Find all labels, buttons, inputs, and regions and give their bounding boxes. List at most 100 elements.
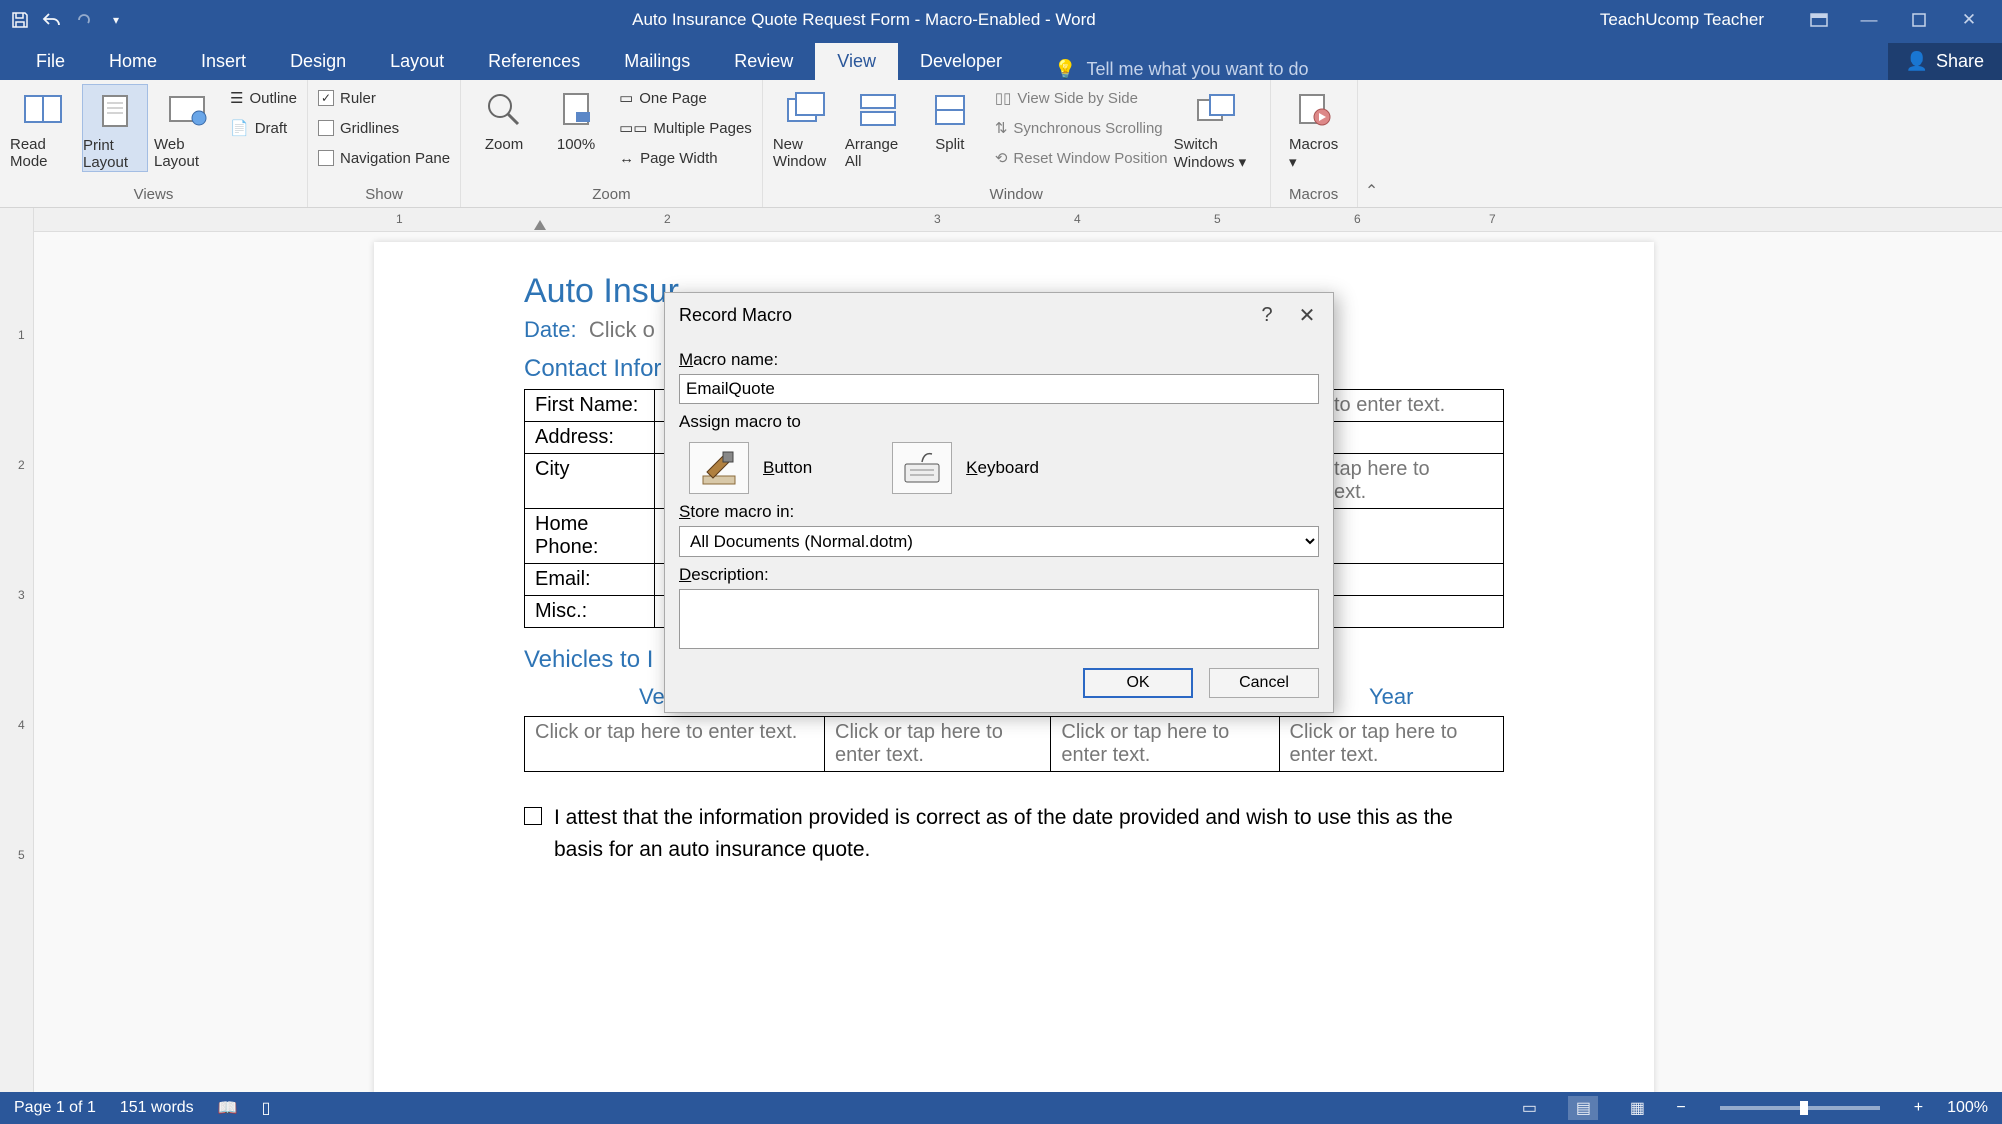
reset-position-button: ⟲Reset Window Position [995, 144, 1168, 172]
ok-button[interactable]: OK [1083, 668, 1193, 698]
macro-recording-icon[interactable]: ▯ [262, 1098, 271, 1118]
spelling-icon[interactable]: 📖 [218, 1098, 238, 1118]
tab-insert[interactable]: Insert [179, 43, 268, 80]
group-show: ✓Ruler Gridlines Navigation Pane Show [308, 80, 461, 207]
zoom-button[interactable]: Zoom [471, 84, 537, 153]
split-button[interactable]: Split [917, 84, 983, 153]
group-macros: Macros▾ Macros [1271, 80, 1358, 207]
store-macro-select[interactable]: All Documents (Normal.dotm) [679, 526, 1319, 557]
zoom-icon [482, 88, 526, 132]
one-page-button[interactable]: ▭One Page [619, 84, 752, 112]
attestation: I attest that the information provided i… [524, 802, 1504, 865]
attest-checkbox[interactable] [524, 807, 542, 825]
multiple-pages-icon: ▭▭ [619, 119, 647, 137]
checkbox-icon [318, 120, 334, 136]
multiple-pages-button[interactable]: ▭▭Multiple Pages [619, 114, 752, 142]
assign-button-option[interactable]: Button [689, 442, 812, 494]
assign-macro-label: Assign macro to [679, 412, 1319, 432]
qat-customize-icon[interactable]: ▾ [104, 8, 128, 32]
group-zoom: Zoom 100% ▭One Page ▭▭Multiple Pages ↔Pa… [461, 80, 763, 207]
tab-review[interactable]: Review [712, 43, 815, 80]
hammer-button-icon [689, 442, 749, 494]
maximize-icon[interactable] [1894, 0, 1944, 40]
read-mode-button[interactable]: Read Mode [10, 84, 76, 170]
close-icon[interactable]: ✕ [1944, 0, 1994, 40]
dropdown-icon: ▾ [1289, 154, 1297, 171]
dialog-help-icon[interactable]: ? [1247, 304, 1287, 327]
arrange-all-button[interactable]: Arrange All [845, 84, 911, 170]
zoom-in-button[interactable]: + [1914, 1099, 1923, 1117]
description-input[interactable] [679, 589, 1319, 649]
group-window: New Window Arrange All Split ▯▯View Side… [763, 80, 1271, 207]
zoom-out-button[interactable]: − [1676, 1099, 1685, 1117]
tab-file[interactable]: File [14, 43, 87, 80]
read-mode-view-icon[interactable]: ▭ [1514, 1096, 1544, 1120]
zoom-slider[interactable] [1720, 1106, 1880, 1110]
tab-developer[interactable]: Developer [898, 43, 1024, 80]
tab-view[interactable]: View [815, 43, 898, 80]
title-bar: ▾ Auto Insurance Quote Request Form - Ma… [0, 0, 2002, 40]
macro-name-input[interactable] [679, 374, 1319, 404]
tab-mailings[interactable]: Mailings [602, 43, 712, 80]
signed-in-user[interactable]: TeachUcomp Teacher [1600, 10, 1764, 30]
undo-icon[interactable] [40, 8, 64, 32]
store-macro-label: Store macro in: [679, 502, 1319, 522]
zoom-thumb[interactable] [1800, 1101, 1808, 1115]
draft-icon: 📄 [230, 119, 249, 137]
new-window-button[interactable]: New Window [773, 84, 839, 170]
save-icon[interactable] [8, 8, 32, 32]
keyboard-icon [892, 442, 952, 494]
ruler-checkbox[interactable]: ✓Ruler [318, 84, 450, 112]
side-by-side-icon: ▯▯ [995, 89, 1012, 107]
print-layout-label: Print Layout [83, 137, 147, 171]
share-button[interactable]: 👤 Share [1888, 43, 2002, 80]
switch-windows-button[interactable]: Switch Windows ▾ [1174, 84, 1260, 171]
print-layout-button[interactable]: Print Layout [82, 84, 148, 172]
page-indicator[interactable]: Page 1 of 1 [14, 1099, 96, 1117]
outline-icon: ☰ [230, 89, 243, 107]
checkbox-icon [318, 150, 334, 166]
word-count[interactable]: 151 words [120, 1099, 194, 1117]
new-window-icon [784, 88, 828, 132]
gridlines-checkbox[interactable]: Gridlines [318, 114, 450, 142]
web-layout-view-icon[interactable]: ▦ [1622, 1096, 1652, 1120]
group-macros-label: Macros [1281, 184, 1347, 207]
group-show-label: Show [318, 184, 450, 207]
web-layout-label: Web Layout [154, 136, 220, 170]
page-width-button[interactable]: ↔Page Width [619, 144, 752, 172]
vertical-ruler[interactable]: 1 2 3 4 5 [0, 208, 34, 1092]
lightbulb-icon: 💡 [1054, 59, 1076, 80]
one-page-icon: ▭ [619, 89, 633, 107]
indent-marker-icon[interactable] [534, 220, 546, 230]
outline-button[interactable]: ☰Outline [230, 84, 297, 112]
hundred-percent-button[interactable]: 100% [543, 84, 609, 153]
collapse-ribbon-icon[interactable]: ⌃ [1358, 80, 1386, 207]
group-views-label: Views [10, 184, 297, 207]
tab-layout[interactable]: Layout [368, 43, 466, 80]
tab-references[interactable]: References [466, 43, 602, 80]
split-icon [928, 88, 972, 132]
redo-icon[interactable] [72, 8, 96, 32]
print-layout-view-icon[interactable]: ▤ [1568, 1096, 1598, 1120]
macros-button[interactable]: Macros▾ [1281, 84, 1347, 171]
navigation-pane-checkbox[interactable]: Navigation Pane [318, 144, 450, 172]
window-title: Auto Insurance Quote Request Form - Macr… [128, 10, 1600, 30]
tell-me-search[interactable]: 💡 Tell me what you want to do [1054, 59, 1309, 80]
group-window-label: Window [773, 184, 1260, 207]
side-by-side-button[interactable]: ▯▯View Side by Side [995, 84, 1168, 112]
tab-home[interactable]: Home [87, 43, 179, 80]
ribbon-display-options-icon[interactable] [1794, 0, 1844, 40]
web-layout-button[interactable]: Web Layout [154, 84, 220, 170]
minimize-icon[interactable]: — [1844, 0, 1894, 40]
zoom-level[interactable]: 100% [1947, 1099, 1988, 1117]
read-mode-icon [21, 88, 65, 132]
horizontal-ruler[interactable]: 1 2 3 4 5 6 7 [34, 208, 2002, 232]
draft-button[interactable]: 📄Draft [230, 114, 297, 142]
date-placeholder[interactable]: Click o [589, 317, 655, 342]
cancel-button[interactable]: Cancel [1209, 668, 1319, 698]
assign-keyboard-option[interactable]: Keyboard [892, 442, 1039, 494]
dialog-close-icon[interactable]: ✕ [1287, 303, 1327, 328]
table-row: Click or tap here to enter text. Click o… [525, 717, 1504, 772]
sync-scroll-button: ⇅Synchronous Scrolling [995, 114, 1168, 142]
tab-design[interactable]: Design [268, 43, 368, 80]
